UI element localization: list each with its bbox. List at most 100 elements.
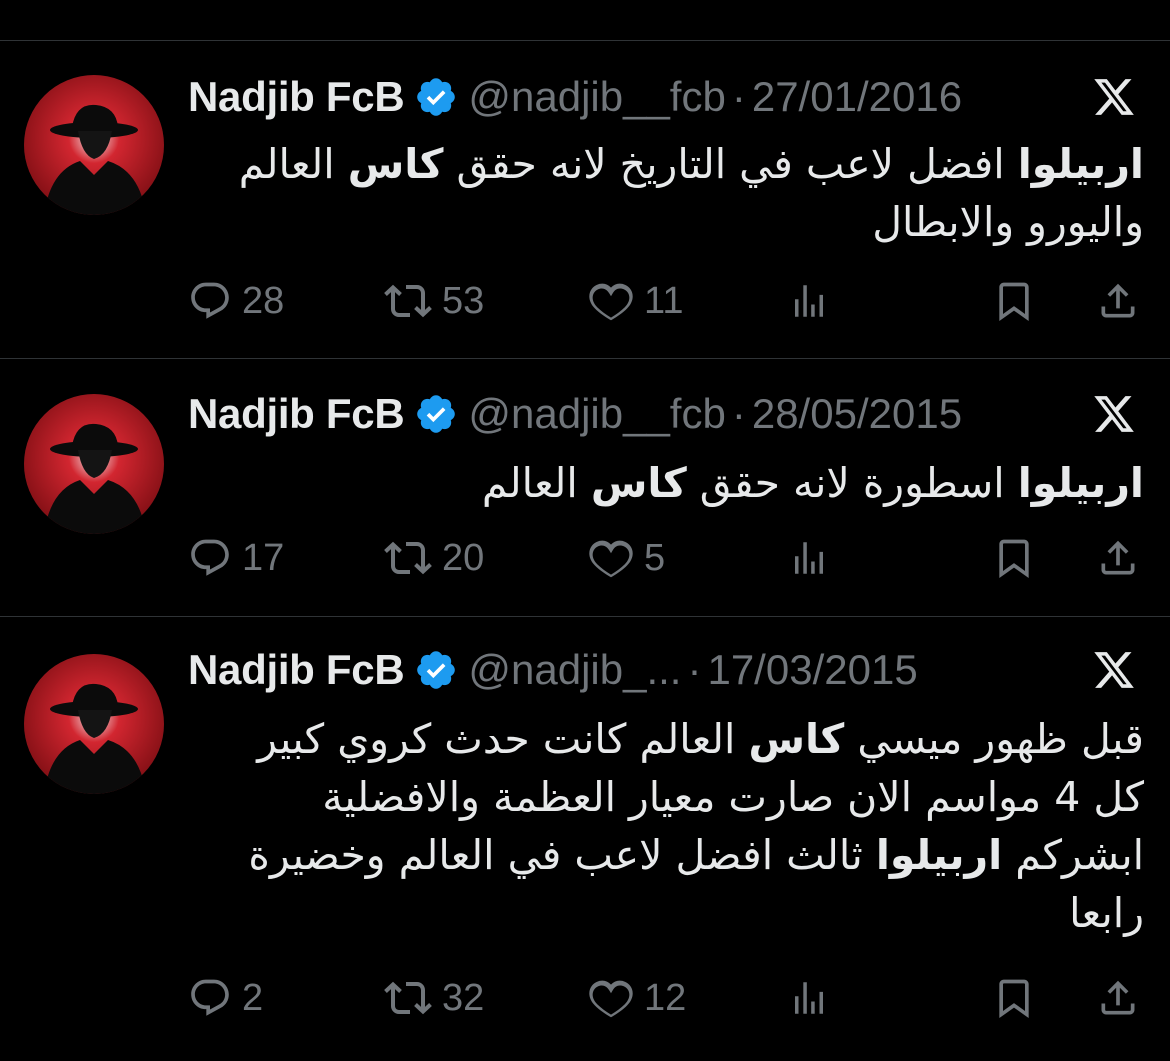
reply-button[interactable]: 28 bbox=[188, 276, 284, 326]
tweet-card[interactable]: Nadjib FcB @nadjib__fcb · 28/05/2015 ارب… bbox=[0, 360, 1170, 617]
views-button[interactable] bbox=[788, 973, 830, 1023]
text-segment: رابعا bbox=[1069, 889, 1144, 937]
retweet-count: 20 bbox=[442, 536, 485, 579]
display-name[interactable]: Nadjib FcB bbox=[188, 390, 405, 438]
bold-word: اربيلوا bbox=[1017, 140, 1144, 188]
avatar[interactable] bbox=[24, 394, 164, 534]
bold-word: كاس bbox=[748, 715, 845, 763]
text-segment: العالم bbox=[481, 459, 591, 507]
text-segment: ثالث افضل لاعب في العالم وخضيرة bbox=[248, 831, 876, 879]
tweet-actions: 28 53 11 bbox=[188, 276, 1144, 326]
avatar[interactable] bbox=[24, 75, 164, 215]
user-handle[interactable]: @nadjib__fcb bbox=[468, 73, 725, 121]
tweet-text: اربيلوا اسطورة لانه حقق كاس العالم bbox=[188, 454, 1144, 512]
tweet-text-line: اربيلوا اسطورة لانه حقق كاس العالم bbox=[188, 454, 1144, 512]
speech-bubble-icon bbox=[191, 282, 229, 319]
display-name[interactable]: Nadjib FcB bbox=[188, 73, 405, 121]
separator-dot: · bbox=[687, 646, 702, 693]
share-button[interactable] bbox=[1096, 533, 1140, 583]
bookmark-icon bbox=[999, 282, 1029, 322]
speech-bubble-icon bbox=[191, 539, 229, 576]
retweet-button[interactable]: 32 bbox=[384, 973, 484, 1023]
tweet-header: Nadjib FcB @nadjib__fcb · 28/05/2015 bbox=[188, 386, 1146, 442]
user-handle[interactable]: @nadjib_... bbox=[468, 646, 681, 694]
like-button[interactable]: 5 bbox=[588, 533, 665, 583]
text-segment: افضل لاعب في التاريخ لانه حقق bbox=[443, 140, 1018, 188]
bold-word: كاس bbox=[590, 459, 687, 507]
tweet-text-line: قبل ظهور ميسي كاس العالم كانت حدث كروي ك… bbox=[188, 710, 1144, 768]
bookmark-icon bbox=[999, 979, 1029, 1019]
text-segment: واليورو والابطال bbox=[872, 198, 1144, 246]
bold-word: اربيلوا bbox=[1017, 459, 1144, 507]
text-segment: كل 4 مواسم الان صارت معيار العظمة والافض… bbox=[322, 773, 1144, 821]
tweet-card[interactable]: Nadjib FcB @nadjib_... · 17/03/2015 قبل … bbox=[0, 618, 1170, 1061]
text-segment: العالم bbox=[238, 140, 348, 188]
text-segment: قبل ظهور ميسي bbox=[844, 715, 1144, 763]
bookmark-icon bbox=[999, 539, 1029, 579]
x-logo-icon bbox=[1094, 79, 1134, 115]
retweet-arrows-icon bbox=[384, 541, 432, 575]
like-count: 12 bbox=[644, 976, 687, 1019]
reply-button[interactable]: 17 bbox=[188, 533, 284, 583]
speech-bubble-icon bbox=[191, 979, 229, 1016]
tweet-date[interactable]: 17/03/2015 bbox=[707, 646, 917, 694]
reply-button[interactable]: 2 bbox=[188, 973, 263, 1023]
tweet-actions: 2 32 12 bbox=[188, 973, 1144, 1023]
share-upload-icon bbox=[1101, 283, 1135, 318]
bar-chart-icon bbox=[795, 285, 823, 317]
like-count: 5 bbox=[644, 536, 666, 579]
share-upload-icon bbox=[1101, 540, 1135, 575]
like-count: 11 bbox=[644, 279, 684, 322]
share-button[interactable] bbox=[1096, 276, 1140, 326]
bar-chart-icon bbox=[795, 542, 823, 574]
display-name[interactable]: Nadjib FcB bbox=[188, 646, 405, 694]
retweet-count: 53 bbox=[442, 279, 485, 322]
tweet-date[interactable]: 27/01/2016 bbox=[752, 73, 962, 121]
retweet-count: 32 bbox=[442, 976, 485, 1019]
bold-word: اربيلوا bbox=[875, 831, 1003, 879]
tweet-text-line: ابشركم اربيلوا ثالث افضل لاعب في العالم … bbox=[188, 826, 1144, 884]
text-segment: العالم كانت حدث كروي كبير bbox=[257, 715, 749, 763]
bold-word: كاس bbox=[347, 140, 444, 188]
retweet-button[interactable]: 20 bbox=[384, 533, 484, 583]
tweet-date[interactable]: 28/05/2015 bbox=[752, 390, 962, 438]
retweet-arrows-icon bbox=[384, 284, 432, 318]
avatar[interactable] bbox=[24, 654, 164, 794]
retweet-button[interactable]: 53 bbox=[384, 276, 484, 326]
text-segment: اسطورة لانه حقق bbox=[686, 459, 1018, 507]
tweet-header: Nadjib FcB @nadjib_... · 17/03/2015 bbox=[188, 642, 1146, 698]
x-logo-icon bbox=[1094, 396, 1134, 432]
views-button[interactable] bbox=[788, 533, 830, 583]
separator-dot: · bbox=[731, 73, 746, 120]
user-handle[interactable]: @nadjib__fcb bbox=[468, 390, 725, 438]
verified-badge-icon bbox=[417, 78, 456, 116]
text-segment: ابشركم bbox=[1002, 831, 1144, 879]
reply-count: 17 bbox=[242, 536, 285, 579]
retweet-arrows-icon bbox=[384, 981, 432, 1015]
bar-chart-icon bbox=[795, 982, 823, 1014]
like-button[interactable]: 11 bbox=[588, 276, 683, 326]
tweet-text-line: كل 4 مواسم الان صارت معيار العظمة والافض… bbox=[188, 768, 1144, 826]
share-button[interactable] bbox=[1096, 973, 1140, 1023]
bookmark-button[interactable] bbox=[992, 533, 1036, 583]
heart-icon bbox=[589, 283, 633, 321]
share-upload-icon bbox=[1101, 980, 1135, 1015]
bookmark-button[interactable] bbox=[992, 973, 1036, 1023]
tweet-header: Nadjib FcB @nadjib__fcb · 27/01/2016 bbox=[188, 69, 1146, 125]
views-button[interactable] bbox=[788, 276, 830, 326]
bookmark-button[interactable] bbox=[992, 276, 1036, 326]
tweet-text-line: واليورو والابطال bbox=[188, 193, 1144, 251]
tweet-text: اربيلوا افضل لاعب في التاريخ لانه حقق كا… bbox=[188, 135, 1144, 251]
tweet-text-line: اربيلوا افضل لاعب في التاريخ لانه حقق كا… bbox=[188, 135, 1144, 193]
reply-count: 28 bbox=[242, 279, 285, 322]
top-strip bbox=[0, 0, 1170, 41]
tweet-card[interactable]: Nadjib FcB @nadjib__fcb · 27/01/2016 ارب… bbox=[0, 41, 1170, 359]
x-logo-icon bbox=[1094, 652, 1134, 688]
verified-badge-icon bbox=[417, 651, 456, 689]
like-button[interactable]: 12 bbox=[588, 973, 686, 1023]
tweet-text: قبل ظهور ميسي كاس العالم كانت حدث كروي ك… bbox=[188, 710, 1144, 942]
reply-count: 2 bbox=[242, 976, 264, 1019]
heart-icon bbox=[589, 540, 633, 578]
verified-badge-icon bbox=[417, 395, 456, 433]
tweet-text-line: رابعا bbox=[188, 884, 1144, 942]
